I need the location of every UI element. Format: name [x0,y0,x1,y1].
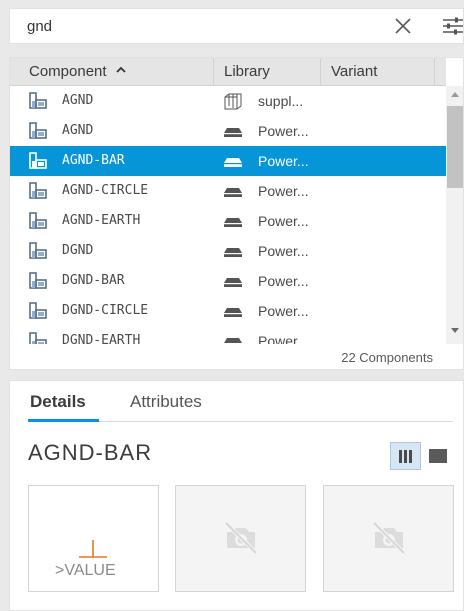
chevron-up-icon [116,66,126,73]
table-row[interactable]: AGND-BAR Power... [10,146,446,176]
library-drive-icon [224,248,242,257]
table-scrollbar[interactable] [446,86,463,344]
library-name: suppl... [258,93,304,109]
single-view-button[interactable] [429,449,447,463]
table-body: AGND suppl... AGND Power... AGND-BAR Pow… [10,86,446,344]
component-name: AGND-BAR [62,153,125,168]
component-name: AGND [62,93,94,108]
column-header-label: Variant [331,63,378,80]
table-row[interactable]: DGND-BAR Power... [10,266,446,296]
component-icon [29,182,47,199]
component-name: DGND-CIRCLE [62,303,149,318]
table-row[interactable]: AGND Power... [10,116,446,146]
table-row[interactable]: AGND suppl... [10,86,446,116]
component-icon [29,332,47,344]
library-name: Power... [258,333,309,344]
library-name: Power... [258,153,309,169]
component-icon [29,212,47,229]
table-row[interactable]: AGND-EARTH Power... [10,206,446,236]
grid-view-icon [399,450,402,463]
camera-off-icon [224,521,258,555]
table-row[interactable]: DGND-EARTH Power... [10,326,446,344]
table-row[interactable]: DGND Power... [10,236,446,266]
library-drive-icon [224,128,242,137]
table-row[interactable]: AGND-CIRCLE Power... [10,176,446,206]
library-drive-icon [224,158,242,167]
library-name: Power... [258,183,309,199]
library-drive-icon [224,218,242,227]
library-book-icon [224,93,242,110]
library-name: Power... [258,213,309,229]
component-icon [29,122,47,139]
library-name: Power... [258,243,309,259]
details-panel: Details Attributes AGND-BAR >VALUE [9,380,464,611]
value-label: >VALUE [55,562,116,579]
component-name: AGND-CIRCLE [62,183,149,198]
component-table: Component Library Variant AGND suppl... [9,57,464,370]
library-name: Power... [258,273,309,289]
component-name: AGND-EARTH [62,213,141,228]
library-drive-icon [224,308,242,317]
component-name: DGND-BAR [62,273,125,288]
component-name: DGND [62,243,94,258]
preview-symbol[interactable]: >VALUE [28,485,159,592]
search-bar [9,8,464,44]
component-icon [29,302,47,319]
table-header: Component Library Variant [10,58,446,86]
component-name: AGND [62,123,94,138]
component-name: DGND-EARTH [62,333,141,344]
library-name: Power... [258,303,309,319]
tab-details[interactable]: Details [30,392,86,412]
grid-view-icon-bar [404,450,407,463]
scroll-down-arrow-icon[interactable] [451,328,459,333]
component-icon [29,242,47,259]
column-header-label: Component [29,63,107,80]
component-icon [29,152,47,169]
library-drive-icon [224,338,242,344]
library-name: Power... [258,123,309,139]
column-header-variant[interactable]: Variant [321,58,435,86]
preview-footprint[interactable] [175,485,306,592]
scroll-up-arrow-icon[interactable] [451,92,459,97]
library-drive-icon [224,278,242,287]
component-count: 22 Components [341,350,433,365]
details-tabs: Details Attributes [28,381,453,422]
camera-off-icon [372,521,406,555]
close-icon[interactable] [394,17,412,35]
component-icon [29,92,47,109]
column-header-component[interactable]: Component [10,58,214,86]
grid-view-button[interactable] [390,442,421,470]
filter-sliders-icon[interactable] [442,17,464,35]
table-row[interactable]: DGND-CIRCLE Power... [10,296,446,326]
library-drive-icon [224,188,242,197]
preview-3d-model[interactable] [323,485,454,592]
column-header-library[interactable]: Library [214,58,321,86]
scrollbar-thumb[interactable] [447,106,463,188]
search-input[interactable] [10,9,370,43]
column-header-label: Library [224,63,270,80]
component-icon [29,272,47,289]
tab-attributes[interactable]: Attributes [130,392,202,412]
grid-view-icon-bar [409,450,412,463]
component-title: AGND-BAR [28,440,153,465]
active-tab-indicator [28,419,99,422]
